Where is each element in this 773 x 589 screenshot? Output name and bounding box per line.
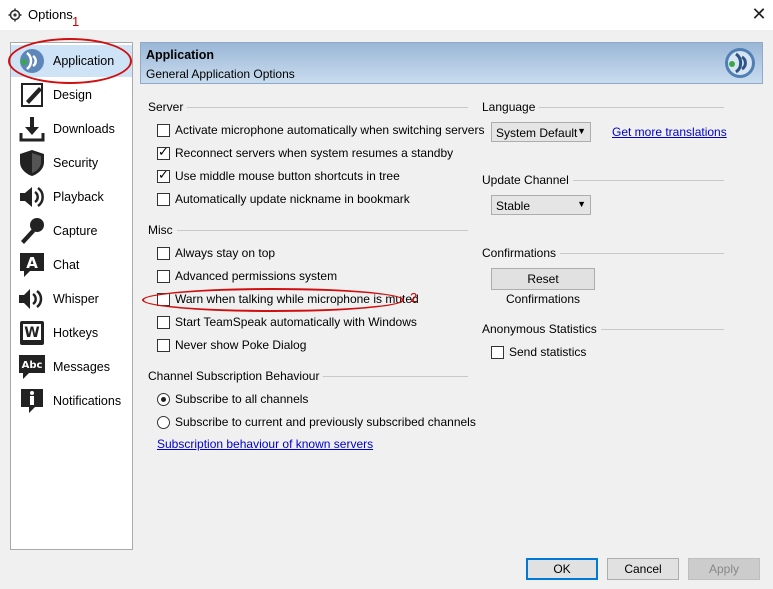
checkbox[interactable]: [157, 339, 170, 352]
select-value: System Default: [496, 126, 578, 140]
radio-button[interactable]: [157, 416, 170, 429]
option-label: Activate microphone automatically when s…: [175, 123, 485, 137]
option-label: Reconnect servers when system resumes a …: [175, 146, 454, 160]
group-title: Language: [482, 100, 540, 114]
window-title: Options: [28, 7, 73, 22]
sidebar-item-downloads[interactable]: Downloads: [11, 113, 132, 145]
group-title: Misc: [148, 223, 177, 237]
checkbox[interactable]: [157, 145, 170, 160]
sidebar-item-label: Notifications: [53, 394, 122, 408]
download-icon: [19, 117, 45, 142]
sidebar-item-label: Hotkeys: [53, 326, 99, 340]
abc-bubble-icon: Abc: [19, 355, 45, 379]
option-label: Use middle mouse button shortcuts in tre…: [175, 169, 400, 183]
sidebar-item-label: Downloads: [53, 122, 115, 136]
checkbox[interactable]: [157, 168, 170, 183]
gear-icon: [8, 8, 22, 22]
sidebar-item-notifications[interactable]: Notifications: [11, 385, 132, 417]
microphone-icon: [21, 218, 44, 244]
page-title: Application: [146, 48, 215, 62]
sidebar-item-chat[interactable]: A Chat: [11, 249, 132, 281]
keyboard-w-icon: W: [20, 321, 44, 345]
option-label: Send statistics: [509, 345, 587, 359]
get-translations-link[interactable]: Get more translations: [612, 125, 727, 139]
chat-a-icon: A: [20, 253, 44, 277]
reset-confirmations-button[interactable]: Reset Confirmations: [491, 268, 595, 306]
sidebar-item-label: Messages: [53, 360, 110, 374]
group-title: Update Channel: [482, 173, 573, 187]
server-group: Server: [148, 100, 468, 114]
sidebar-item-label: Capture: [53, 224, 98, 238]
option-label: Subscribe to current and previously subs…: [175, 415, 476, 429]
group-title: Server: [148, 100, 188, 114]
speaker-icon: [20, 186, 44, 208]
checkbox[interactable]: [157, 193, 170, 206]
checkbox[interactable]: [491, 346, 504, 359]
sidebar-item-playback[interactable]: Playback: [11, 181, 132, 213]
option-label: Never show Poke Dialog: [175, 338, 307, 352]
cancel-button[interactable]: Cancel: [607, 558, 679, 580]
option-label: Automatically update nickname in bookmar…: [175, 192, 410, 206]
annotation-ellipse-1: [8, 38, 132, 84]
svg-text:Abc: Abc: [22, 360, 43, 371]
language-group: Language: [482, 100, 724, 114]
sidebar-item-label: Whisper: [53, 292, 99, 306]
sidebar-item-capture[interactable]: Capture: [11, 215, 132, 247]
anonymous-stats-group: Anonymous Statistics: [482, 322, 724, 336]
ok-button[interactable]: OK: [526, 558, 598, 580]
annotation-ellipse-2: [142, 288, 404, 312]
svg-text:W: W: [24, 325, 39, 341]
group-title: Channel Subscription Behaviour: [148, 369, 324, 383]
whisper-icon: [19, 289, 43, 309]
option-label: Subscribe to all channels: [175, 392, 309, 406]
group-title: Anonymous Statistics: [482, 322, 601, 336]
checkbox[interactable]: [157, 316, 170, 329]
sidebar-item-label: Design: [53, 88, 92, 102]
checkbox[interactable]: [157, 247, 170, 260]
teamspeak-logo-icon: [725, 48, 755, 78]
group-title: Confirmations: [482, 246, 561, 260]
annotation-number-2: 2: [410, 290, 418, 305]
option-label: Start TeamSpeak automatically with Windo…: [175, 315, 417, 329]
sidebar-item-messages[interactable]: Abc Messages: [11, 351, 132, 383]
confirmations-group: Confirmations: [482, 246, 724, 260]
category-sidebar: Application Design Downloads Security Pl…: [10, 42, 133, 550]
subscription-group: Channel Subscription Behaviour: [148, 369, 468, 383]
select-value: Stable: [496, 199, 531, 213]
chevron-down-icon: ▼: [577, 126, 586, 136]
info-icon: [21, 389, 43, 413]
misc-group: Misc: [148, 223, 468, 237]
svg-text:A: A: [26, 254, 38, 272]
sidebar-item-hotkeys[interactable]: W Hotkeys: [11, 317, 132, 349]
sidebar-item-whisper[interactable]: Whisper: [11, 283, 132, 315]
page-subtitle: General Application Options: [146, 67, 295, 81]
pen-icon: [21, 83, 43, 107]
update-channel-select[interactable]: Stable ▼: [491, 195, 591, 215]
subscription-behaviour-link[interactable]: Subscription behaviour of known servers: [157, 437, 373, 451]
radio-button[interactable]: [157, 393, 170, 406]
option-label: Always stay on top: [175, 246, 276, 260]
title-bar: Options ✕: [0, 0, 773, 30]
chevron-down-icon: ▼: [577, 199, 586, 209]
apply-button[interactable]: Apply: [688, 558, 760, 580]
annotation-number-1: 1: [72, 14, 80, 29]
close-button[interactable]: ✕: [748, 4, 770, 26]
sidebar-item-label: Security: [53, 156, 99, 170]
close-icon: ✕: [751, 4, 767, 24]
language-select[interactable]: System Default ▼: [491, 122, 591, 142]
sidebar-item-label: Chat: [53, 258, 80, 272]
page-header: Application General Application Options: [140, 42, 763, 84]
sidebar-item-security[interactable]: Security: [11, 147, 132, 179]
checkbox[interactable]: [157, 270, 170, 283]
update-channel-group: Update Channel: [482, 173, 724, 187]
option-label: Advanced permissions system: [175, 269, 338, 283]
shield-icon: [20, 150, 44, 176]
sidebar-item-label: Playback: [53, 190, 104, 204]
checkbox[interactable]: [157, 124, 170, 137]
